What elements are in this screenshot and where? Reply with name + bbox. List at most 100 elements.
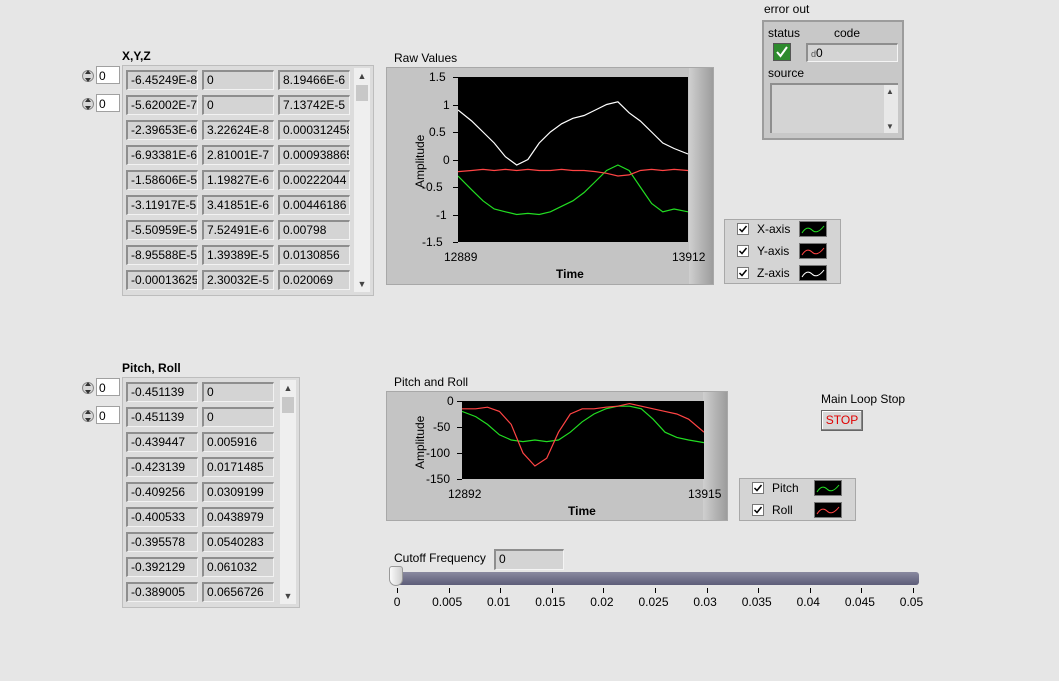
cutoff-frequency-value[interactable]: 0 <box>494 549 564 570</box>
code-value: 0 <box>816 46 823 60</box>
array-cell[interactable]: 0.020069 <box>278 270 350 290</box>
array-cell[interactable]: -8.95588E-5 <box>126 245 198 265</box>
checkbox-icon[interactable] <box>737 223 749 235</box>
array-cell[interactable]: 0.0438979 <box>202 507 274 527</box>
series-line-z-axis <box>457 101 689 166</box>
array-cell[interactable]: 0.00798 <box>278 220 350 240</box>
scroll-up-icon[interactable]: ▲ <box>280 382 296 394</box>
array-cell[interactable]: 0.061032 <box>202 557 274 577</box>
cutoff-slider-track[interactable] <box>394 572 919 585</box>
array-cell[interactable]: 0 <box>202 407 274 427</box>
array-cell[interactable]: 0 <box>202 70 274 90</box>
array-cell[interactable]: -5.50959E-5 <box>126 220 198 240</box>
xyz-scrollbar[interactable]: ▲ ▼ <box>354 68 370 292</box>
array-cell[interactable]: 0.000312458 <box>278 120 350 140</box>
array-cell[interactable]: -6.93381E-6 <box>126 145 198 165</box>
scroll-down-icon[interactable]: ▼ <box>886 122 894 131</box>
array-cell[interactable]: 8.19466E-6 <box>278 70 350 90</box>
cutoff-slider-thumb[interactable] <box>389 566 403 586</box>
legend-swatch-y-axis[interactable] <box>799 243 827 259</box>
legend-swatch-z-axis[interactable] <box>799 265 827 281</box>
scroll-thumb[interactable] <box>282 397 294 413</box>
checkbox-icon[interactable] <box>752 482 764 494</box>
scroll-up-icon[interactable]: ▲ <box>886 87 894 96</box>
legend-item-pitch[interactable]: Pitch <box>740 479 855 499</box>
pr-row-index-value[interactable]: 0 <box>96 378 120 396</box>
scale-tick-mark <box>603 588 605 593</box>
legend-swatch-pitch[interactable] <box>814 480 842 496</box>
scale-tick-label: 0.035 <box>741 595 772 609</box>
array-cell[interactable]: 1.19827E-6 <box>202 170 274 190</box>
array-cell[interactable]: 0.0540283 <box>202 532 274 552</box>
array-cell[interactable]: 0.0171485 <box>202 457 274 477</box>
checkbox-icon[interactable] <box>752 504 764 516</box>
legend-swatch-roll[interactable] <box>814 502 842 518</box>
array-cell[interactable]: -0.451139 <box>126 382 198 402</box>
scale-tick-mark <box>861 588 863 593</box>
array-cell[interactable]: 3.22624E-8 <box>202 120 274 140</box>
array-cell[interactable]: 0.0656726 <box>202 582 274 602</box>
array-cell[interactable]: -0.439447 <box>126 432 198 452</box>
array-cell[interactable]: 7.13742E-5 <box>278 95 350 115</box>
scale-tick-mark <box>758 588 760 593</box>
scroll-up-icon[interactable]: ▲ <box>354 70 370 82</box>
xyz-col-index[interactable]: 0 <box>82 94 122 114</box>
legend-item-y-axis[interactable]: Y-axis <box>725 242 840 262</box>
legend-item-roll[interactable]: Roll <box>740 501 855 521</box>
array-cell[interactable]: -0.423139 <box>126 457 198 477</box>
array-cell[interactable]: -3.11917E-5 <box>126 195 198 215</box>
array-cell[interactable]: -0.392129 <box>126 557 198 577</box>
stop-button[interactable]: STOP <box>821 410 863 431</box>
source-scrollbar[interactable]: ▲ ▼ <box>884 85 898 133</box>
array-cell[interactable]: 0.00222044 <box>278 170 350 190</box>
checkbox-icon[interactable] <box>737 267 749 279</box>
scroll-thumb[interactable] <box>356 85 368 101</box>
array-cell[interactable]: -0.409256 <box>126 482 198 502</box>
array-cell[interactable]: -2.39653E-6 <box>126 120 198 140</box>
array-cell[interactable]: 0 <box>202 382 274 402</box>
legend-item-z-axis[interactable]: Z-axis <box>725 264 840 284</box>
array-cell[interactable]: 2.81001E-7 <box>202 145 274 165</box>
pr-col-index[interactable]: 0 <box>82 406 122 426</box>
y-tick-label: -100 <box>426 446 451 460</box>
array-cell[interactable]: 2.30032E-5 <box>202 270 274 290</box>
array-cell[interactable]: 0.00446186 <box>278 195 350 215</box>
array-cell[interactable]: -1.58606E-5 <box>126 170 198 190</box>
pr-x-min-label: 12892 <box>448 487 482 501</box>
array-cell[interactable]: -0.389005 <box>126 582 198 602</box>
spinner-icon[interactable] <box>82 94 94 114</box>
array-cell[interactable]: -0.400533 <box>126 507 198 527</box>
array-cell[interactable]: -0.395578 <box>126 532 198 552</box>
array-cell[interactable]: 0.005916 <box>202 432 274 452</box>
array-cell[interactable]: 0 <box>202 95 274 115</box>
scroll-down-icon[interactable]: ▼ <box>354 278 370 290</box>
array-cell[interactable]: 1.39389E-5 <box>202 245 274 265</box>
spinner-icon[interactable] <box>82 406 94 426</box>
array-cell[interactable]: -0.451139 <box>126 407 198 427</box>
pitch-roll-scrollbar[interactable]: ▲ ▼ <box>280 380 296 604</box>
array-cell[interactable]: 0.000938865 <box>278 145 350 165</box>
spinner-icon[interactable] <box>82 378 94 398</box>
scale-tick-label: 0.05 <box>899 595 924 609</box>
pr-plot-svg <box>461 402 705 467</box>
array-cell[interactable]: -5.62002E-7 <box>126 95 198 115</box>
array-cell[interactable]: -0.00013625̶ <box>126 270 198 290</box>
pr-col-index-value[interactable]: 0 <box>96 406 120 424</box>
pr-row-index[interactable]: 0 <box>82 378 122 398</box>
xyz-row-index-value[interactable]: 0 <box>96 66 120 84</box>
legend-pitch-label: Pitch <box>772 481 799 495</box>
legend-item-x-axis[interactable]: X-axis <box>725 220 840 240</box>
scale-tick-label: 0.01 <box>487 595 511 609</box>
spinner-icon[interactable] <box>82 66 94 86</box>
legend-swatch-x-axis[interactable] <box>799 221 827 237</box>
array-cell[interactable]: -6.45249E-8 <box>126 70 198 90</box>
xyz-row-index[interactable]: 0 <box>82 66 122 86</box>
scroll-down-icon[interactable]: ▼ <box>280 590 296 602</box>
checkbox-icon[interactable] <box>737 245 749 257</box>
raw-graph-title: Raw Values <box>394 51 458 65</box>
array-cell[interactable]: 0.0130856 <box>278 245 350 265</box>
xyz-col-index-value[interactable]: 0 <box>96 94 120 112</box>
array-cell[interactable]: 7.52491E-6 <box>202 220 274 240</box>
array-cell[interactable]: 0.0309199 <box>202 482 274 502</box>
array-cell[interactable]: 3.41851E-6 <box>202 195 274 215</box>
